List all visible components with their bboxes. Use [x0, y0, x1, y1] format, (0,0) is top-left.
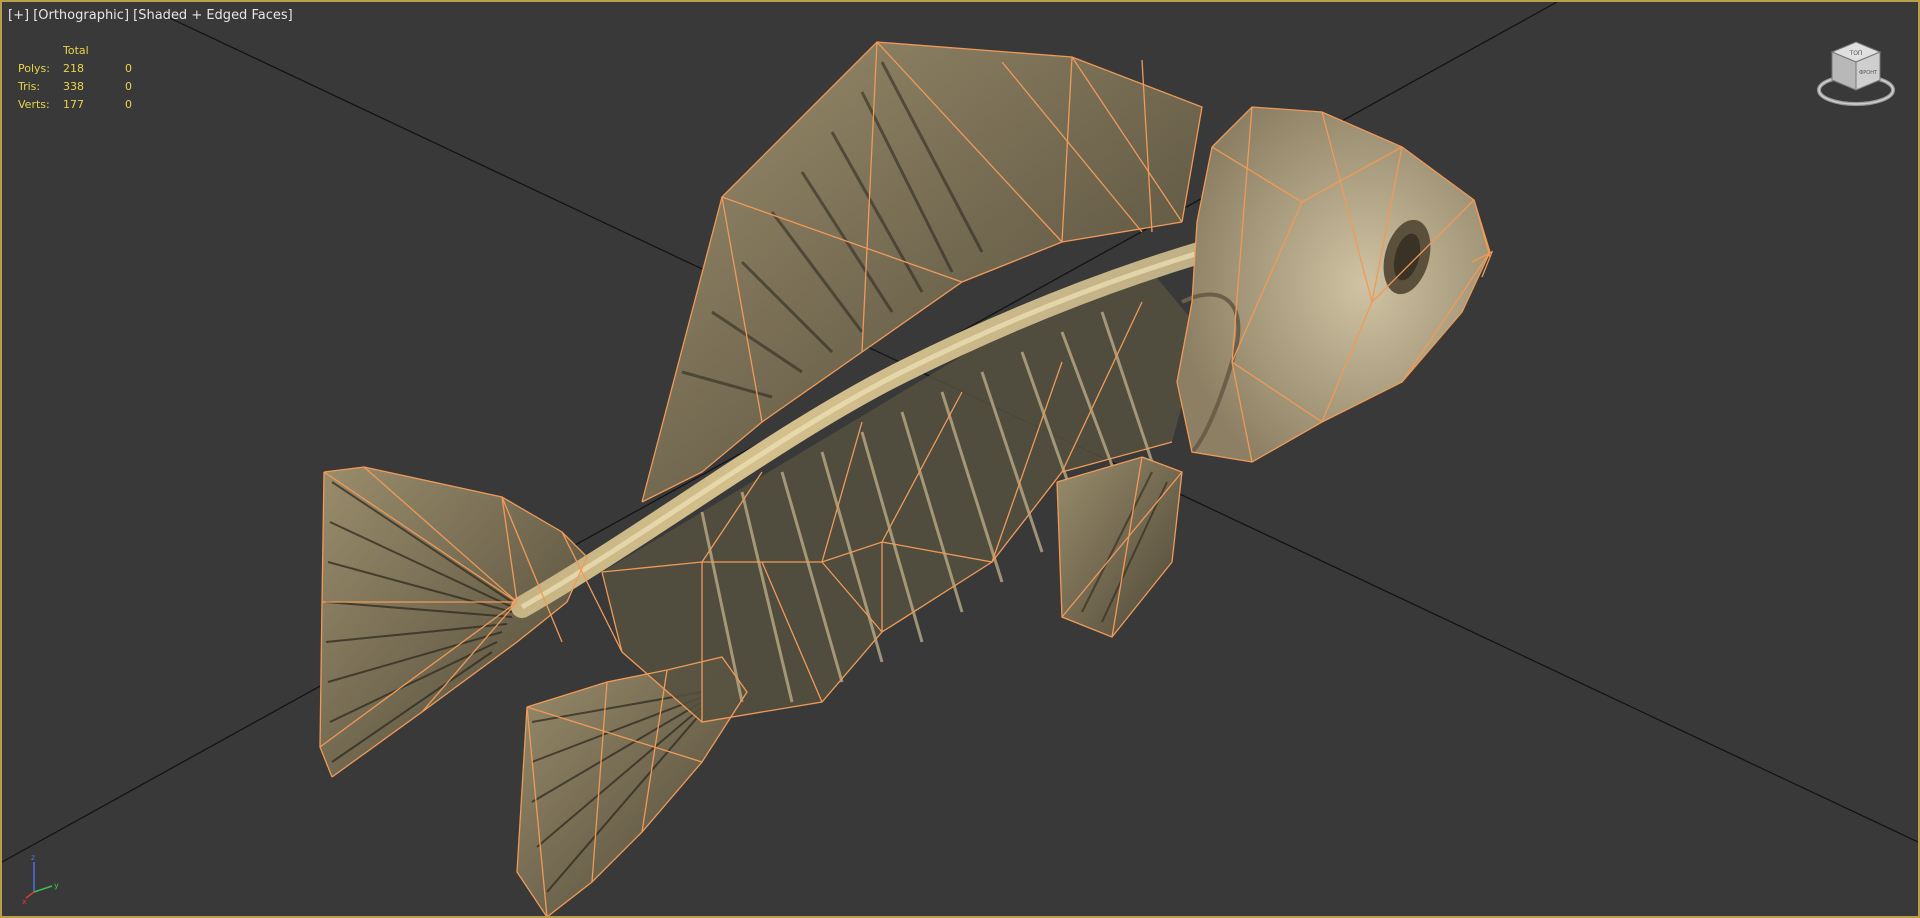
stats-selected: 0 [125, 62, 132, 75]
stats-total: 338 [63, 80, 84, 93]
viewport-menu-plus[interactable]: [+] [8, 8, 29, 23]
stats-overlay: Total Polys: 218 0 Tris: 338 0 Verts: 17… [18, 42, 155, 114]
stats-total: 177 [63, 98, 84, 111]
stats-selected: 0 [125, 80, 132, 93]
fish-head [1177, 107, 1490, 462]
stats-row-polys: Polys: 218 0 [18, 60, 155, 78]
axis-tripod-icon: z y x [22, 853, 59, 906]
stats-label: Verts: [18, 98, 50, 111]
viewport-shading-mode[interactable]: [Shaded + Edged Faces] [133, 8, 293, 23]
stats-label: Tris: [18, 80, 41, 93]
viewcube-icon[interactable]: ТОП ФРОНТ [1816, 38, 1896, 110]
stats-label: Polys: [18, 62, 50, 75]
viewport-label: [+] [Orthographic] [Shaded + Edged Faces… [8, 8, 293, 23]
stats-total: 218 [63, 62, 84, 75]
stats-header-row: Total [18, 42, 155, 60]
scene-canvas[interactable] [2, 2, 1918, 916]
stats-row-verts: Verts: 177 0 [18, 96, 155, 114]
stats-selected: 0 [125, 98, 132, 111]
stats-header-total: Total [63, 44, 89, 57]
axis-x-label: x [22, 897, 27, 906]
viewcube-front-label: ФРОНТ [1859, 70, 1878, 76]
axis-z-label: z [31, 853, 35, 862]
viewport-orthographic[interactable]: [+] [Orthographic] [Shaded + Edged Faces… [0, 0, 1920, 918]
stats-row-tris: Tris: 338 0 [18, 78, 155, 96]
viewcube-top-label: ТОП [1849, 50, 1863, 57]
viewport-view-mode[interactable]: [Orthographic] [33, 8, 129, 23]
axis-y-label: y [54, 881, 59, 890]
